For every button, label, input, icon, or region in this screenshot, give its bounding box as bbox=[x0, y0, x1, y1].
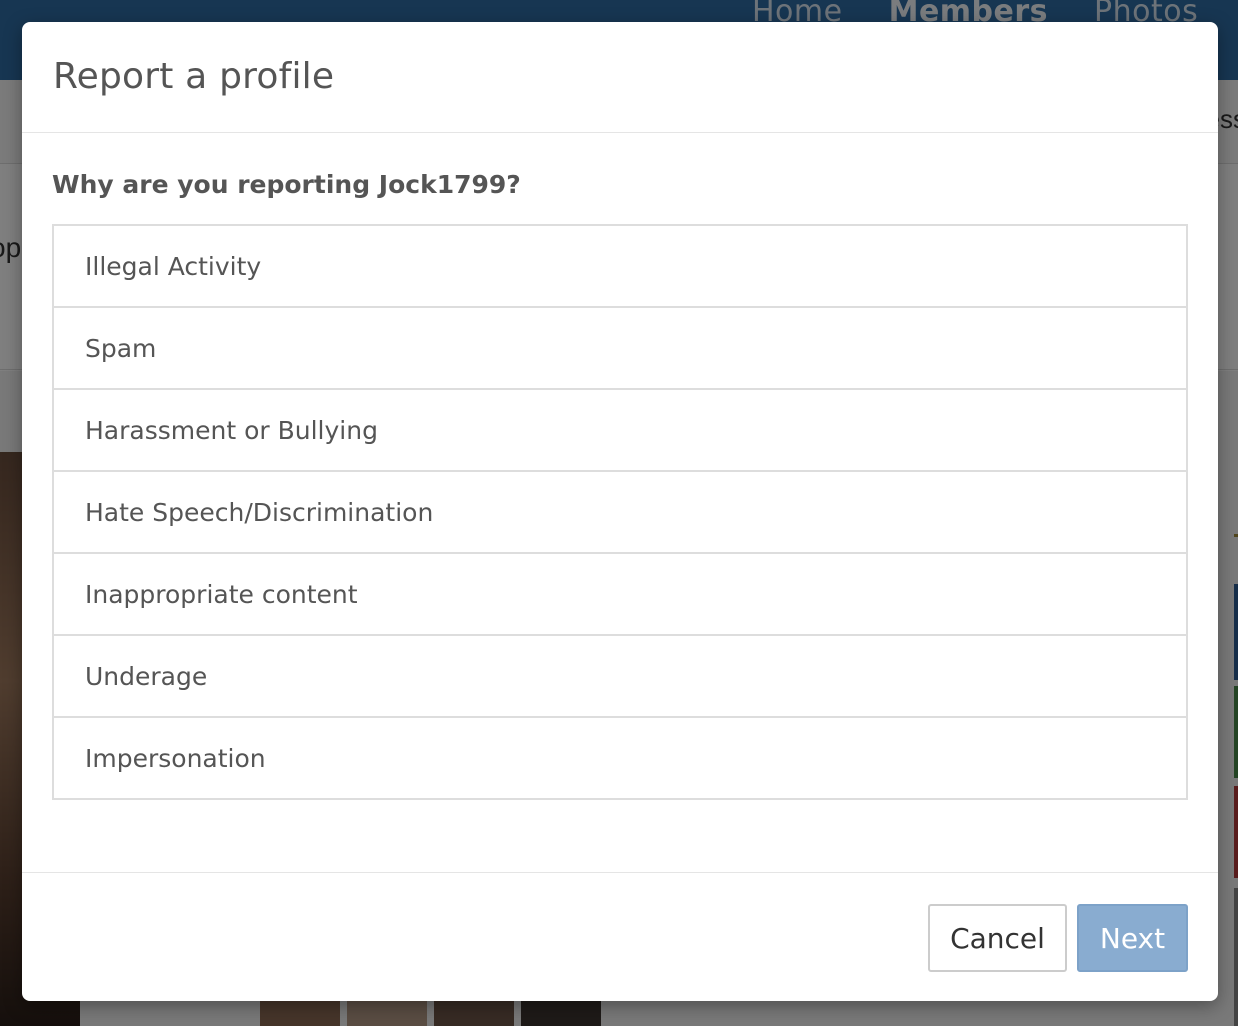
modal-title: Report a profile bbox=[53, 56, 335, 97]
reason-underage[interactable]: Underage bbox=[54, 636, 1186, 718]
report-profile-modal: Report a profile Why are you reporting J… bbox=[22, 22, 1218, 1001]
modal-body: Why are you reporting Jock1799? Illegal … bbox=[22, 133, 1218, 873]
reason-illegal-activity[interactable]: Illegal Activity bbox=[54, 226, 1186, 308]
cancel-button[interactable]: Cancel bbox=[928, 904, 1067, 972]
reason-harassment[interactable]: Harassment or Bullying bbox=[54, 390, 1186, 472]
reason-spam[interactable]: Spam bbox=[54, 308, 1186, 390]
next-button[interactable]: Next bbox=[1077, 904, 1188, 972]
report-reason-list: Illegal Activity Spam Harassment or Bull… bbox=[52, 224, 1188, 800]
reason-impersonation[interactable]: Impersonation bbox=[54, 718, 1186, 798]
modal-header: Report a profile bbox=[22, 22, 1218, 133]
report-question: Why are you reporting Jock1799? bbox=[52, 170, 521, 199]
reason-hate-speech[interactable]: Hate Speech/Discrimination bbox=[54, 472, 1186, 554]
modal-footer: Cancel Next bbox=[22, 872, 1218, 1001]
reason-inappropriate-content[interactable]: Inappropriate content bbox=[54, 554, 1186, 636]
